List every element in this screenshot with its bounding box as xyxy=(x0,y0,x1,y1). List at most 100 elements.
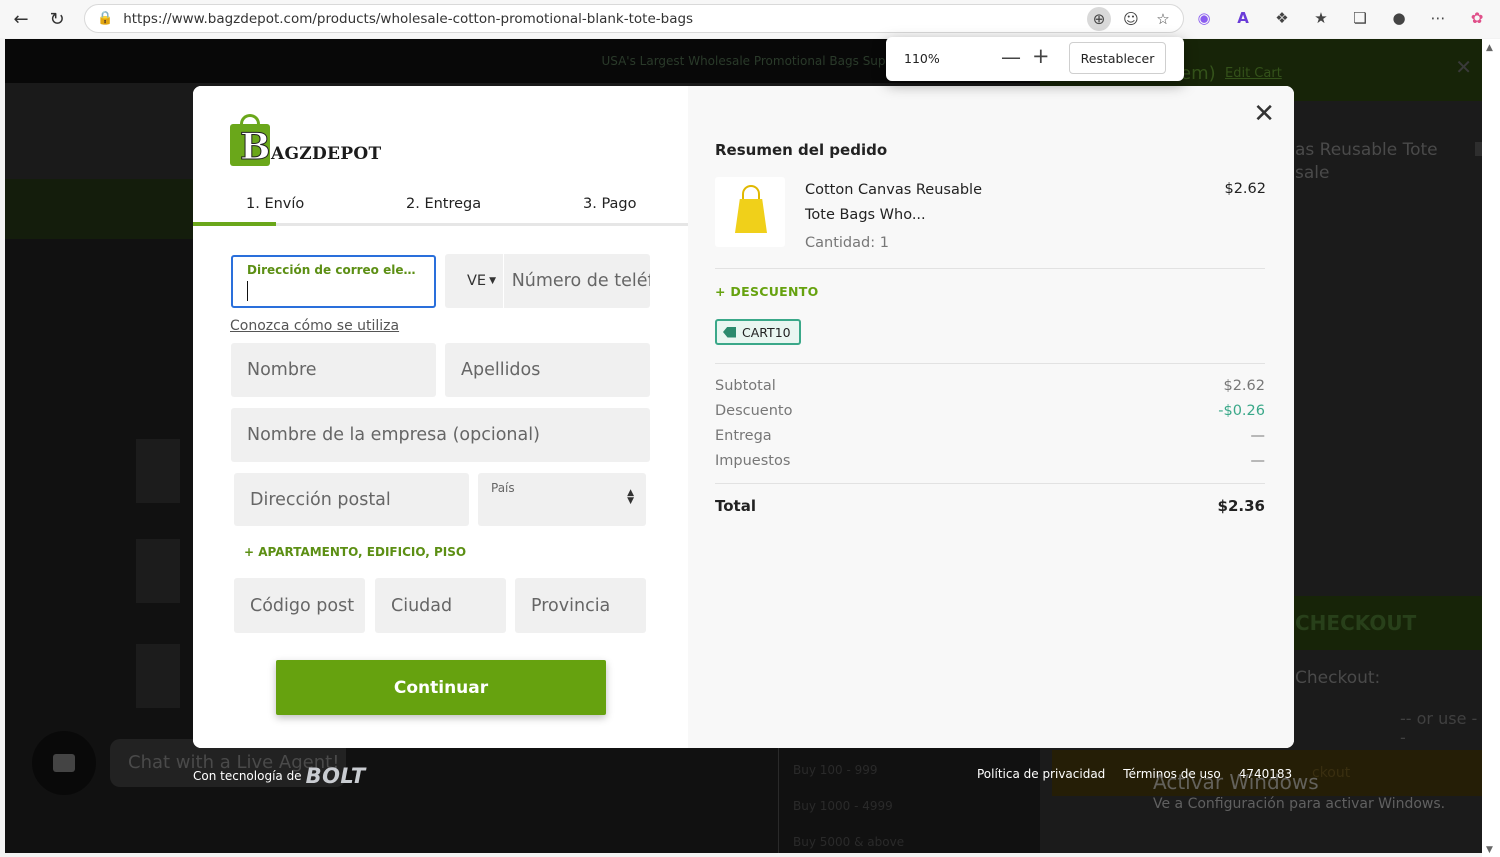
zoom-in-icon[interactable]: + xyxy=(1032,44,1050,68)
row-label: Impuestos xyxy=(715,453,791,469)
company-field[interactable]: Nombre de la empresa (opcional) xyxy=(231,408,650,462)
logo-b-letter: B xyxy=(239,126,271,168)
copilot-extension-icon[interactable]: ◉ xyxy=(1191,5,1217,31)
coupon-badge[interactable]: CART10 xyxy=(715,319,801,345)
select-arrows-icon: ▲ ▼ xyxy=(627,488,634,506)
powered-by-label: Con tecnología de xyxy=(193,769,302,783)
thumbnail xyxy=(136,539,180,603)
cart-items-count: em) xyxy=(1180,63,1216,84)
zoom-icon[interactable]: ⊕ xyxy=(1087,7,1111,31)
bagzdepot-logo: B AGZDEPOT xyxy=(230,114,382,170)
phone-input[interactable]: Número de teléfono xyxy=(504,271,650,291)
thumbnail xyxy=(136,439,180,503)
scroll-down-icon[interactable]: ▼ xyxy=(1486,845,1493,855)
zoom-popup: 110% — + Restablecer xyxy=(886,37,1184,81)
country-select[interactable]: País ▲ ▼ xyxy=(478,473,646,526)
shipping-panel: B AGZDEPOT 1. Envío 2. Entrega 3. Pago D… xyxy=(193,86,688,748)
watermark-subtitle: Ve a Configuración para activar Windows. xyxy=(1153,796,1446,812)
phone-country-select[interactable]: VE ▼ xyxy=(445,254,504,308)
phone-country-code: VE xyxy=(467,273,487,289)
row-label: Descuento xyxy=(715,403,793,419)
chat-icon xyxy=(53,754,75,772)
total-label: Total xyxy=(715,497,756,515)
text-caret xyxy=(247,281,248,301)
reading-icon[interactable]: ☺ xyxy=(1119,7,1143,31)
express-checkout-label: Checkout: xyxy=(1295,668,1381,688)
page-scrollbar[interactable]: ▲ ▼ xyxy=(1482,39,1500,857)
row-value: — xyxy=(1250,453,1266,469)
order-summary-panel: ✕ Resumen del pedido Cotton Canvas Reusa… xyxy=(688,86,1294,748)
more-menu-icon[interactable]: ⋯ xyxy=(1425,5,1451,31)
city-field[interactable]: Ciudad xyxy=(375,578,506,633)
favorites-icon[interactable]: ★ xyxy=(1308,5,1334,31)
checkout-steps: 1. Envío 2. Entrega 3. Pago xyxy=(193,194,688,226)
active-tab-indicator xyxy=(193,222,276,226)
phone-field[interactable]: VE ▼ Número de teléfono xyxy=(445,254,650,308)
add-apartment-link[interactable]: + APARTAMENTO, EDIFICIO, PISO xyxy=(244,545,466,559)
address-bar[interactable]: 🔒 https://www.bagzdepot.com/products/who… xyxy=(84,4,1184,33)
zoom-reset-button[interactable]: Restablecer xyxy=(1069,42,1166,74)
summary-row-discount: Descuento -$0.26 xyxy=(715,403,1265,419)
edit-cart-link: Edit Cart xyxy=(1225,66,1282,81)
country-label: País xyxy=(491,481,515,495)
scroll-up-icon[interactable]: ▲ xyxy=(1486,43,1493,53)
product-name: Cotton Canvas Reusable Tote Bags Who... xyxy=(805,182,982,223)
summary-row-delivery: Entrega — xyxy=(715,428,1265,444)
price-tier: Buy 5000 & above xyxy=(793,835,905,849)
checkout-modal: B AGZDEPOT 1. Envío 2. Entrega 3. Pago D… xyxy=(193,86,1294,748)
tab-delivery[interactable]: 2. Entrega xyxy=(406,196,481,212)
postal-code-field[interactable]: Código post xyxy=(234,578,365,633)
trash-icon xyxy=(1475,142,1482,156)
address-field[interactable]: Dirección postal xyxy=(234,473,469,526)
tag-icon xyxy=(723,326,736,338)
extension-a-icon[interactable]: A xyxy=(1230,5,1256,31)
collections-icon[interactable]: ❏ xyxy=(1347,5,1373,31)
row-value: $2.62 xyxy=(1223,378,1265,394)
learn-how-link[interactable]: Conozca cómo se utiliza xyxy=(230,318,399,334)
chat-launcher-button[interactable] xyxy=(32,731,96,795)
row-label: Entrega xyxy=(715,428,772,444)
back-icon[interactable]: ← xyxy=(6,4,36,34)
row-value: -$0.26 xyxy=(1218,403,1265,419)
tab-payment[interactable]: 3. Pago xyxy=(583,196,637,212)
powered-by: Con tecnología de BOLT xyxy=(193,764,366,788)
extensions-icon[interactable]: ❖ xyxy=(1269,5,1295,31)
copilot-icon[interactable]: ✿ xyxy=(1464,5,1490,31)
refresh-icon[interactable]: ↻ xyxy=(42,4,72,34)
email-field[interactable]: Dirección de correo electrónico xyxy=(231,255,436,308)
windows-activation-watermark: Activar Windows Ve a Configuración para … xyxy=(1153,770,1445,812)
url-text[interactable]: https://www.bagzdepot.com/products/whole… xyxy=(123,11,693,27)
summary-row-subtotal: Subtotal $2.62 xyxy=(715,378,1265,394)
summary-row-taxes: Impuestos — xyxy=(715,453,1265,469)
total-value: $2.36 xyxy=(1217,497,1265,515)
chevron-down-icon: ▼ xyxy=(489,276,497,286)
bolt-logo[interactable]: BOLT xyxy=(306,764,366,788)
divider xyxy=(715,483,1265,484)
thumbnail xyxy=(136,644,180,708)
logo-wordmark: AGZDEPOT xyxy=(271,144,382,164)
product-price: $2.62 xyxy=(1224,181,1266,197)
divider xyxy=(715,363,1265,364)
row-value: — xyxy=(1250,428,1266,444)
tab-shipping[interactable]: 1. Envío xyxy=(246,196,304,212)
zoom-level: 110% xyxy=(904,51,940,66)
price-tier: Buy 100 - 999 xyxy=(793,763,878,777)
close-icon[interactable]: ✕ xyxy=(1253,101,1275,127)
last-name-field[interactable]: Apellidos xyxy=(445,343,650,397)
privacy-link[interactable]: Política de privacidad xyxy=(977,767,1105,781)
divider xyxy=(715,268,1265,269)
province-field[interactable]: Provincia xyxy=(515,578,646,633)
first-name-field[interactable]: Nombre xyxy=(231,343,436,397)
lock-icon[interactable]: 🔒 xyxy=(97,11,113,26)
zoom-out-icon[interactable]: — xyxy=(1001,45,1021,69)
favorite-star-icon[interactable]: ☆ xyxy=(1151,7,1175,31)
order-summary-title: Resumen del pedido xyxy=(715,141,888,159)
row-label: Subtotal xyxy=(715,378,776,394)
summary-total: Total $2.36 xyxy=(715,497,1265,515)
add-discount-link[interactable]: + DESCUENTO xyxy=(715,284,819,299)
continue-button[interactable]: Continuar xyxy=(276,660,606,715)
watermark-title: Activar Windows xyxy=(1153,770,1319,794)
profile-avatar-icon[interactable]: ● xyxy=(1386,5,1412,31)
tote-bag-shape xyxy=(735,199,767,233)
email-label: Dirección de correo electrónico xyxy=(247,263,420,277)
